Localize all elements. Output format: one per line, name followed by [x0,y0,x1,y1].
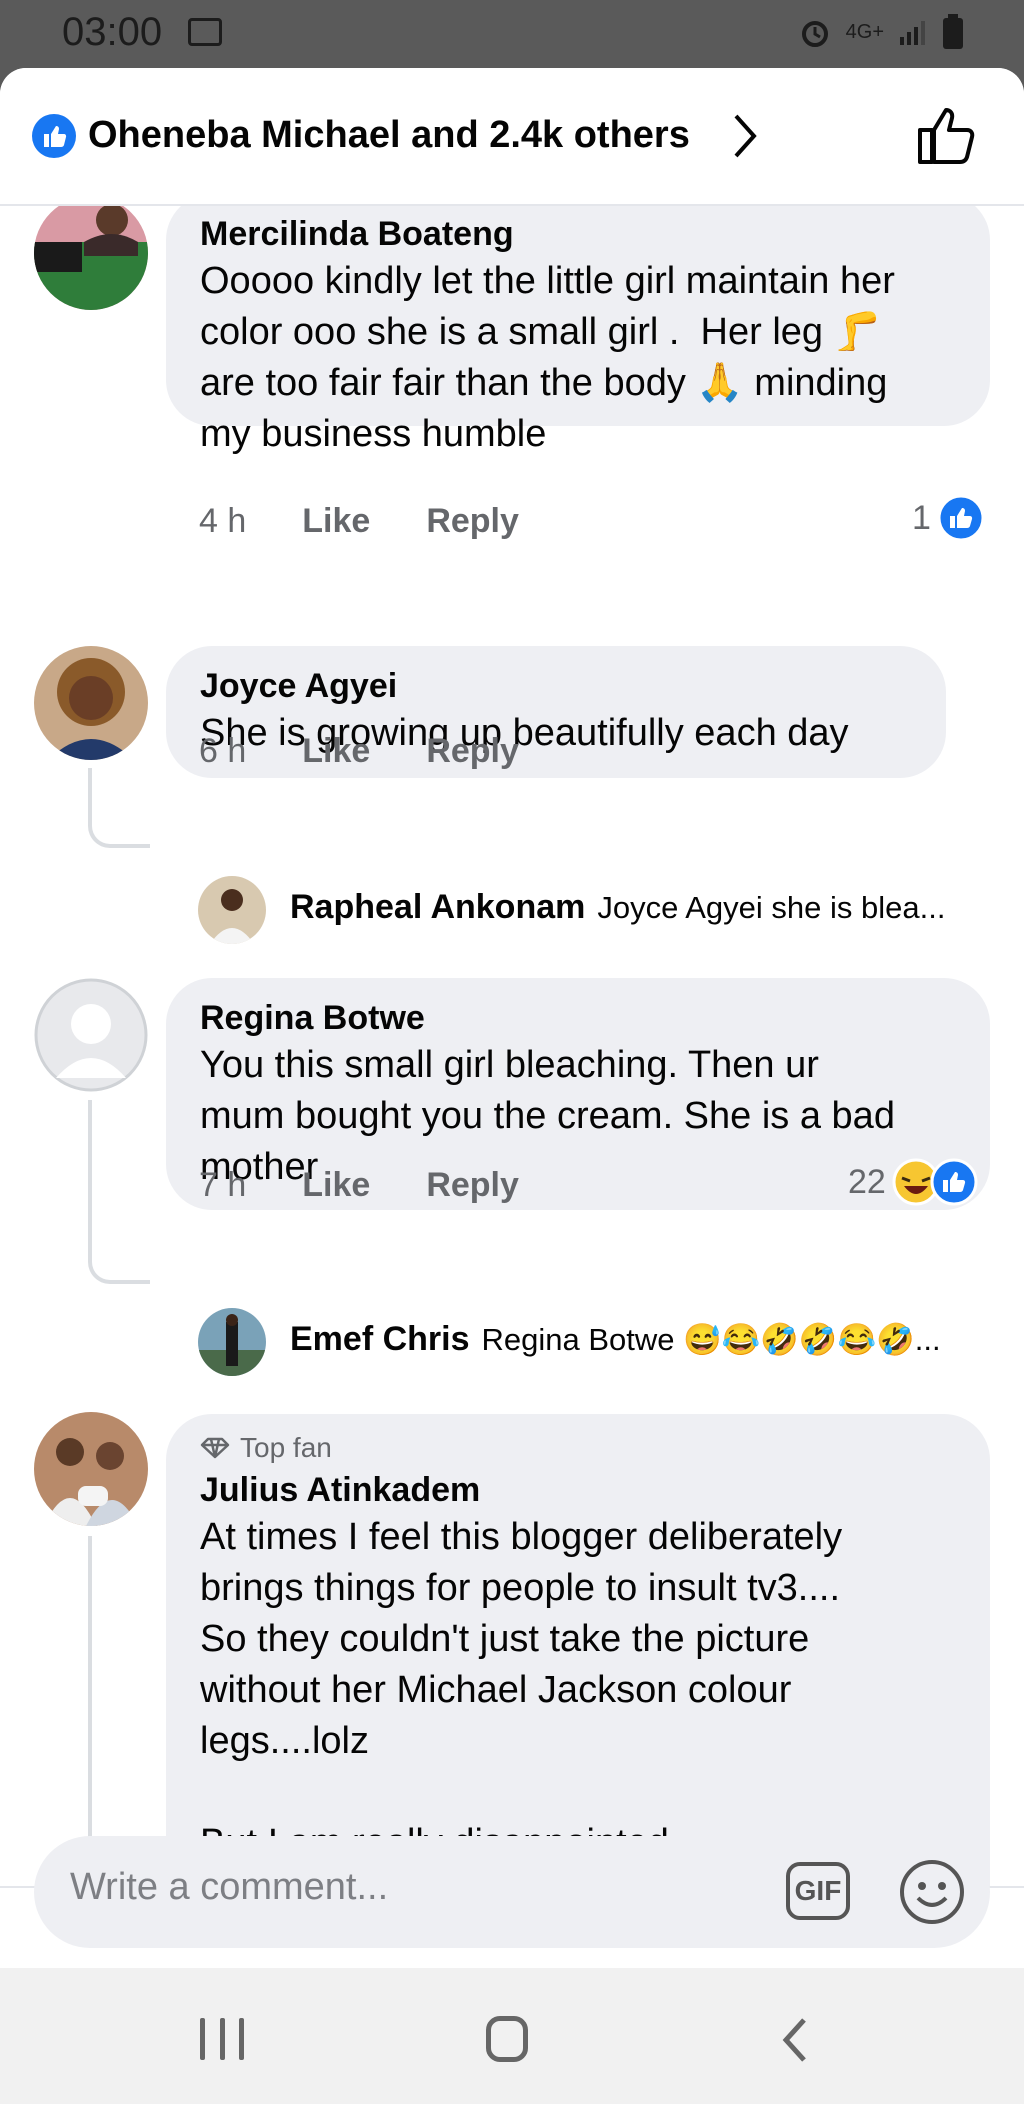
like-icon [937,494,985,542]
reply-button[interactable]: Reply [426,502,519,541]
diamond-icon [200,1437,230,1459]
thread-line [88,1222,150,1284]
comment-time: 6 h [199,732,247,770]
reaction-number: 22 [848,1162,886,1201]
status-time: 03:00 [62,10,163,54]
battery-icon [943,14,963,49]
signal-icon [900,21,925,45]
reactors-text[interactable]: Oheneba Michael and 2.4k others [88,114,690,157]
back-icon[interactable] [780,2016,810,2064]
reply-snippet: Joyce Agyei she is blea... [597,889,946,925]
emoji-icon[interactable] [898,1858,966,1926]
reply-button[interactable]: Reply [426,732,519,771]
comments-sheet: Oheneba Michael and 2.4k others Mercilin… [0,68,1024,1968]
reply-author[interactable]: Rapheal Ankonam [290,888,585,927]
status-bar: 03:00 4G+ [0,0,1024,68]
comment-actions: 4 h Like Reply [199,502,519,541]
recent-apps-icon[interactable] [200,2018,244,2060]
comment-bubble[interactable]: Top fan Julius Atinkadem At times I feel… [166,1414,990,1886]
thread-line [88,1536,92,1886]
comment-time: 7 h [199,1166,247,1204]
avatar[interactable] [34,978,148,1092]
avatar[interactable] [34,206,148,310]
like-button[interactable]: Like [302,732,370,771]
reaction-count[interactable]: 1 [912,494,985,542]
comment-text: At times I feel this blogger deliberatel… [200,1516,843,1864]
thumbs-up-icon[interactable] [916,104,978,166]
like-button[interactable]: Like [302,1166,370,1205]
like-icon [930,1158,978,1206]
like-button[interactable]: Like [302,502,370,541]
thread-line [88,1100,92,1226]
reaction-count[interactable]: 22 [848,1158,978,1206]
avatar[interactable] [34,646,148,760]
comment-composer[interactable]: Write a comment... GIF [34,1836,990,1948]
comment-author[interactable]: Mercilinda Boateng [200,212,956,256]
comment-text: Ooooo kindly let the little girl maintai… [200,260,895,455]
avatar[interactable] [34,1412,148,1526]
top-fan-label: Top fan [240,1432,332,1463]
comment-time: 4 h [199,502,247,540]
reactions-header[interactable]: Oheneba Michael and 2.4k others [0,68,1024,206]
comment-author[interactable]: Joyce Agyei [200,664,912,708]
top-fan-badge: Top fan [200,1428,956,1468]
comment-input[interactable]: Write a comment... [70,1866,388,1909]
reply-preview[interactable]: Rapheal Ankonam Joyce Agyei she is blea.… [290,888,945,927]
avatar[interactable] [198,1308,266,1376]
comment-actions: 6 h Like Reply [199,732,519,771]
comment-author[interactable]: Regina Botwe [200,996,956,1040]
home-icon[interactable] [486,2016,528,2062]
reply-preview[interactable]: Emef Chris Regina Botwe 😅😂🤣🤣😂🤣... [290,1320,941,1359]
alarm-icon [801,21,828,47]
comment-actions: 7 h Like Reply [199,1166,519,1205]
network-label: 4G+ [845,20,884,43]
avatar[interactable] [198,876,266,944]
comments-list[interactable]: Mercilinda Boateng Ooooo kindly let the … [0,206,1024,1886]
reply-author[interactable]: Emef Chris [290,1320,470,1359]
chevron-right-icon[interactable] [730,112,760,160]
gif-button[interactable]: GIF [786,1862,850,1920]
reply-snippet: Regina Botwe 😅😂🤣🤣😂🤣... [481,1322,941,1357]
thread-line [88,768,150,848]
system-nav-bar [0,1968,1024,2104]
reply-button[interactable]: Reply [426,1166,519,1205]
comment-author[interactable]: Julius Atinkadem [200,1468,956,1512]
image-icon [188,18,222,46]
like-icon [32,114,76,158]
comment-bubble[interactable]: Mercilinda Boateng Ooooo kindly let the … [166,206,990,455]
reaction-number: 1 [912,498,931,537]
status-icons: 4G+ [798,14,964,50]
